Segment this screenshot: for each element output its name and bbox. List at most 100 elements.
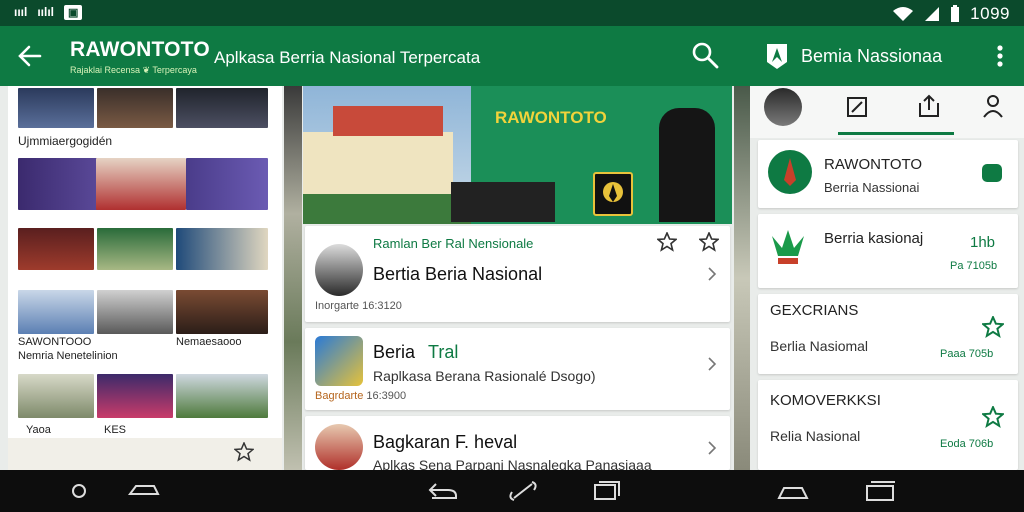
hero-building-image bbox=[303, 86, 471, 224]
thumbnail[interactable] bbox=[18, 290, 94, 334]
chevron-right-icon[interactable] bbox=[706, 266, 718, 282]
thumbnail[interactable] bbox=[18, 158, 102, 210]
thumbnail[interactable] bbox=[97, 228, 173, 270]
profile-avatar[interactable] bbox=[764, 88, 802, 126]
link-icon[interactable] bbox=[506, 480, 540, 502]
thumbnail[interactable] bbox=[97, 290, 173, 334]
thumbnail[interactable] bbox=[176, 228, 268, 270]
grid-label: Nemaesaooo bbox=[176, 336, 242, 348]
card-title-main: Beria bbox=[373, 342, 416, 362]
thumbnail[interactable] bbox=[97, 374, 173, 418]
thumbnail[interactable] bbox=[18, 88, 94, 128]
card-title: Beria Tral bbox=[373, 342, 458, 363]
card-kicker: Ramlan Ber Ral Nensionale bbox=[373, 236, 534, 251]
card-meta: Bagrdarte 16:3900 bbox=[315, 390, 406, 402]
right-card[interactable]: RAWONTOTO Berria Nassionai bbox=[758, 140, 1018, 208]
nav-bar bbox=[0, 470, 1024, 512]
home-circle-icon[interactable] bbox=[62, 480, 96, 502]
toggle-badge-icon[interactable] bbox=[982, 164, 1002, 182]
right-card-subtitle: Berlia Nasiomal bbox=[770, 338, 869, 354]
right-card-meta: Paaa 705b bbox=[940, 348, 994, 360]
right-card-subtitle: Berria Nassionai bbox=[824, 180, 920, 195]
person-icon[interactable] bbox=[982, 94, 1004, 118]
card-subtitle: Raplkasa Berana Rasionalé Dsogo) bbox=[373, 368, 596, 384]
chevron-right-icon[interactable] bbox=[706, 356, 718, 372]
star-outline-icon[interactable] bbox=[699, 232, 719, 252]
undo-icon[interactable] bbox=[426, 480, 460, 502]
status-bar: ıııl ıılıl ▣ 1099 bbox=[0, 0, 1024, 26]
app-bar: RAWONTOTO Rajaklai Recensa ❦ Terpercaya … bbox=[0, 26, 1024, 86]
thumbnail[interactable] bbox=[97, 88, 173, 128]
card-title: Bagkaran F. heval bbox=[373, 432, 518, 452]
chevron-right-icon[interactable] bbox=[706, 440, 718, 456]
card-source: Bagrdarte bbox=[315, 390, 364, 402]
cell-signal-icon bbox=[925, 7, 940, 21]
thumbnail[interactable] bbox=[18, 228, 94, 270]
right-card[interactable]: GEXCRIANS Berlia Nasiomal Paaa 705b bbox=[758, 294, 1018, 374]
home-nav-icon[interactable] bbox=[776, 480, 810, 502]
right-card-title: GEXCRIANS bbox=[770, 302, 859, 319]
app-logo-icon bbox=[767, 44, 787, 69]
search-icon[interactable] bbox=[690, 40, 720, 70]
card-subtitle: Aplkas Sena Parpani Nasnalegka Panasiaaa bbox=[373, 457, 652, 470]
clock: 1099 bbox=[970, 4, 1010, 23]
avatar bbox=[315, 244, 363, 296]
thumbnail-grid: Ujmmiaergogidén SAWONTOOO Nemria Nenetel… bbox=[8, 86, 282, 470]
star-outline-icon[interactable] bbox=[982, 316, 1004, 338]
overview-icon[interactable] bbox=[864, 480, 898, 502]
star-icon[interactable] bbox=[234, 442, 254, 462]
star-outline-icon[interactable] bbox=[982, 406, 1004, 428]
thumbnail[interactable] bbox=[18, 374, 94, 418]
status-left-icons: ıııl ıılıl ▣ bbox=[14, 5, 83, 20]
share-icon[interactable] bbox=[918, 94, 940, 118]
card-time: 16:3120 bbox=[362, 300, 402, 312]
active-tab-indicator bbox=[838, 132, 954, 135]
hero-banner[interactable]: RAWONTOTO bbox=[303, 86, 732, 224]
back-arrow-icon[interactable] bbox=[14, 40, 46, 72]
avatar bbox=[315, 336, 363, 386]
side-strip bbox=[284, 86, 302, 470]
grid-label: Nemria Nenetelinion bbox=[18, 350, 118, 362]
card-source: Inorgarte bbox=[315, 300, 360, 312]
thumbnail[interactable] bbox=[96, 158, 186, 210]
back-nav-icon[interactable] bbox=[126, 480, 160, 502]
notification-icon: ▣ bbox=[64, 5, 83, 20]
brand-logo-icon bbox=[768, 150, 812, 194]
hero-group bbox=[451, 182, 555, 222]
news-card[interactable]: Beria Tral Raplkasa Berana Rasionalé Dso… bbox=[305, 328, 730, 410]
signal-indicator: ıııl bbox=[14, 5, 28, 19]
right-card[interactable]: KOMOVERKKSI Relia Nasional Eoda 706b bbox=[758, 380, 1018, 470]
card-meta: Inorgarte 16:3120 bbox=[315, 300, 402, 312]
recents-icon[interactable] bbox=[590, 480, 624, 502]
brand-tagline: Rajaklai Recensa ❦ Terpercaya bbox=[70, 65, 197, 75]
thumbnail[interactable] bbox=[176, 290, 268, 334]
wifi-icon bbox=[893, 7, 914, 21]
battery-icon bbox=[951, 5, 960, 22]
right-tab-bar bbox=[750, 86, 1024, 138]
right-card-meta: Pa 7105b bbox=[950, 260, 998, 272]
thumbnail[interactable] bbox=[186, 158, 268, 210]
plant-logo-icon bbox=[772, 230, 804, 264]
status-right-icons: 1099 bbox=[892, 4, 1010, 24]
emblem-icon bbox=[593, 172, 633, 216]
brand-block: RAWONTOTO Rajaklai Recensa ❦ Terpercaya bbox=[70, 38, 210, 76]
right-card-title: RAWONTOTO bbox=[824, 156, 923, 173]
news-card[interactable]: Bagkaran F. heval Aplkas Sena Parpani Na… bbox=[305, 416, 730, 470]
card-title-accent: Tral bbox=[428, 342, 459, 362]
card-title: Bertia Beria Nasional bbox=[373, 264, 543, 284]
brand-name: RAWONTOTO bbox=[70, 38, 210, 61]
right-card-title: KOMOVERKKSI bbox=[770, 392, 881, 409]
edit-icon[interactable] bbox=[846, 96, 868, 118]
right-card-meta: Eoda 706b bbox=[940, 438, 994, 450]
thumbnail[interactable] bbox=[176, 88, 268, 128]
right-card[interactable]: Berria kasionaj 1hb Pa 7105b bbox=[758, 214, 1018, 288]
grid-label: Yaoa bbox=[26, 424, 51, 436]
news-card[interactable]: Ramlan Ber Ral Nensionale Bertia Beria N… bbox=[305, 226, 730, 322]
hero-person bbox=[659, 108, 715, 222]
grid-label: SAWONTOOO bbox=[18, 336, 92, 348]
grid-label: Ujmmiaergogidén bbox=[18, 134, 113, 148]
app-subtitle: Aplkasa Berria Nasional Terpercata bbox=[214, 48, 481, 67]
more-vert-icon[interactable] bbox=[990, 42, 1010, 70]
thumbnail[interactable] bbox=[176, 374, 268, 418]
star-outline-icon[interactable] bbox=[657, 232, 677, 252]
